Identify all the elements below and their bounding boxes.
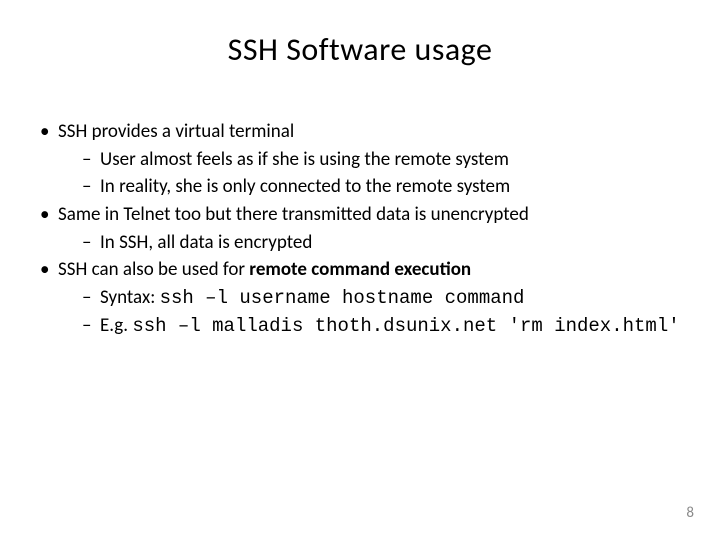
bullet-3b: E.g. ssh –l malladis thoth.dsunix.net 'r… [30,313,690,340]
bullet-3: SSH can also be used for remote command … [30,257,690,283]
bullet-2a: In SSH, all data is encrypted [30,230,690,256]
page-number: 8 [686,504,694,522]
bullet-3a-code: ssh –l username hostname command [160,287,525,309]
slide-body: SSH provides a virtual terminal User alm… [0,79,720,340]
bullet-3b-code: ssh –l malladis thoth.dsunix.net 'rm ind… [132,315,679,337]
bullet-3a: Syntax: ssh –l username hostname command [30,285,690,312]
bullet-1: SSH provides a virtual terminal [30,119,690,145]
bullet-2: Same in Telnet too but there transmitted… [30,202,690,228]
bullet-3-bold: remote command execution [249,258,471,281]
bullet-1b: In reality, she is only connected to the… [30,174,690,200]
bullet-3a-label: Syntax: [100,286,160,309]
bullet-3-text: SSH can also be used for [58,258,249,281]
slide-title: SSH Software usage [0,0,720,79]
slide: SSH Software usage SSH provides a virtua… [0,0,720,540]
bullet-3b-label: E.g. [100,314,132,337]
bullet-1a: User almost feels as if she is using the… [30,147,690,173]
